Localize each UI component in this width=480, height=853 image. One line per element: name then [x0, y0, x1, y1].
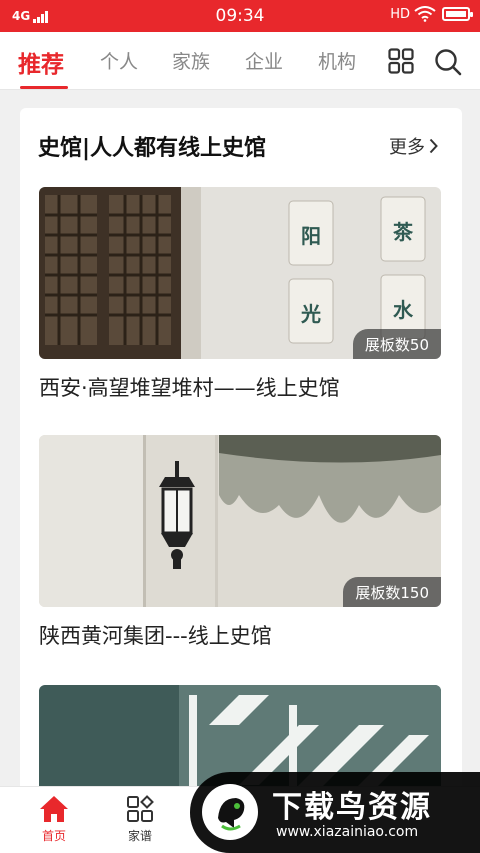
tile-char-4: 水 [393, 298, 414, 322]
board-count-badge: 展板数150 [343, 577, 441, 607]
tile-char-1: 阳 [301, 224, 321, 248]
tab-recommend[interactable]: 推荐 [18, 45, 64, 79]
bird-logo-icon [202, 784, 258, 840]
section-title: 史馆|人人都有线上史馆 [38, 136, 267, 161]
nav-home-label: 首页 [41, 829, 66, 843]
watermark-banner: 下载鸟资源 www.xiazainiao.com [190, 772, 480, 853]
hall-title-1[interactable]: 西安·高望堆望堆村——线上史馆 [39, 372, 340, 402]
status-bar: 4G 09:34 HD [0, 0, 480, 32]
hd-label: HD [390, 6, 410, 22]
more-link[interactable]: 更多 [389, 133, 438, 159]
battery-icon [442, 7, 473, 21]
tab-institution[interactable]: 机构 [318, 47, 356, 74]
board-count-badge: 展板数50 [352, 329, 441, 359]
tab-personal[interactable]: 个人 [100, 47, 138, 74]
nav-family-tree[interactable]: 家谱 [110, 795, 170, 844]
tab-family[interactable]: 家族 [172, 47, 210, 74]
tile-char-3: 光 [300, 302, 321, 326]
grid-icon[interactable] [388, 48, 414, 74]
category-tabbar: 推荐 个人 家族 企业 机构 [0, 32, 480, 90]
hall-title-2[interactable]: 陕西黄河集团---线上史馆 [39, 620, 272, 650]
watermark-url: www.xiazainiao.com [276, 824, 419, 840]
watermark-text: 下载鸟资源 [272, 790, 432, 825]
search-icon[interactable] [434, 48, 462, 76]
hall-thumbnail-2[interactable]: 展板数150 [39, 435, 441, 607]
tab-enterprise[interactable]: 企业 [245, 47, 283, 74]
chevron-right-icon [429, 138, 438, 154]
tile-char-2: 茶 [393, 220, 414, 244]
home-icon [40, 796, 68, 822]
more-label: 更多 [389, 137, 425, 158]
wifi-icon [414, 6, 436, 22]
nav-home[interactable]: 首页 [24, 795, 84, 844]
hall-thumbnail-1[interactable]: 阳 茶 光 水 展板数50 [39, 187, 441, 359]
nav-family-tree-label: 家谱 [127, 829, 152, 843]
status-right: HD [390, 6, 473, 22]
history-hall-card: 史馆|人人都有线上史馆 更多 阳 茶 光 水 展板数50 西安·高望堆望堆村——… [20, 108, 462, 798]
family-tree-icon [127, 795, 154, 822]
active-tab-indicator [20, 86, 68, 89]
